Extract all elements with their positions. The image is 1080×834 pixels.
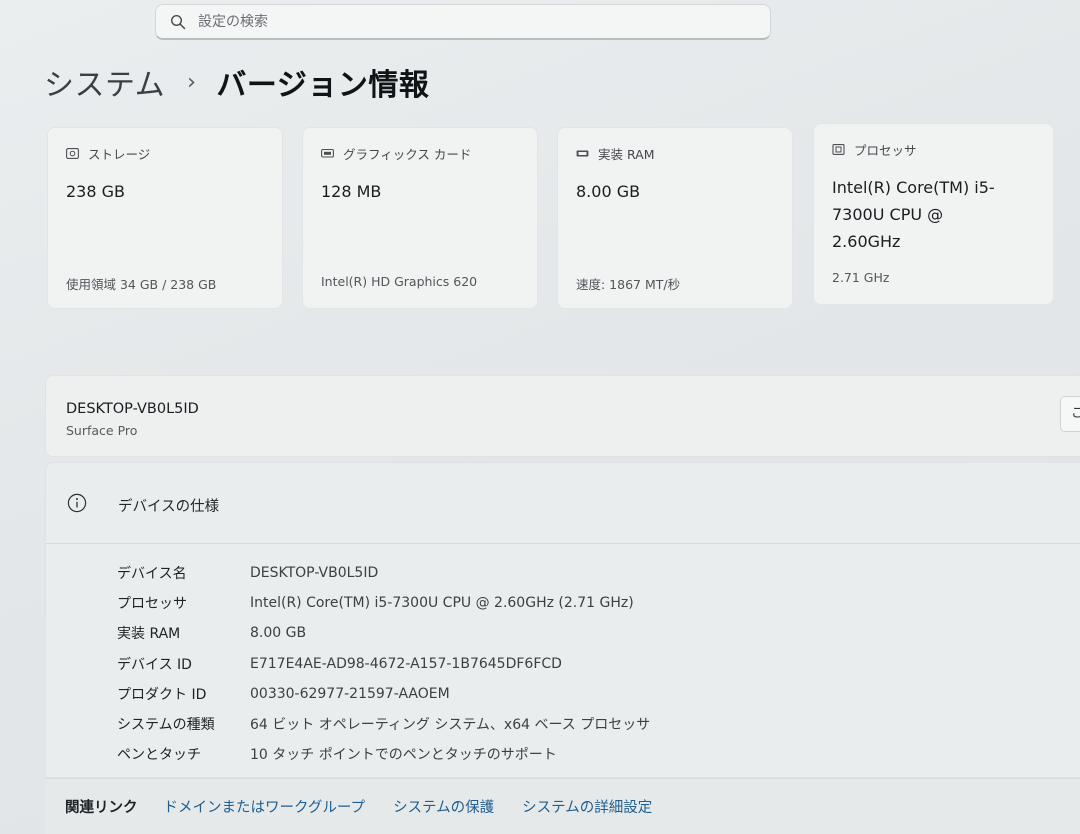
storage-card-value: 238 GB <box>66 182 125 201</box>
device-specs-panel: デバイスの仕様 デバイス名 DESKTOP-VB0L5ID プロセッサ Inte… <box>45 462 1080 778</box>
spec-label: ペンとタッチ <box>117 747 201 764</box>
spec-label: デバイス ID <box>117 656 192 673</box>
graphics-card: グラフィックス カード 128 MB Intel(R) HD Graphics … <box>302 127 538 309</box>
search-icon <box>170 14 186 29</box>
spec-label: プロダクト ID <box>117 686 207 703</box>
spec-row-processor: プロセッサ Intel(R) Core(TM) i5-7300U CPU @ 2… <box>117 588 650 618</box>
device-specs-title: デバイスの仕様 <box>118 499 220 515</box>
spec-row-ram: 実装 RAM 8.00 GB <box>117 618 650 648</box>
storage-card-sub: 使用領域 34 GB / 238 GB <box>66 277 217 292</box>
breadcrumb-separator: › <box>187 69 197 95</box>
processor-card: プロセッサ Intel(R) Core(TM) i5-7300U CPU @ 2… <box>813 123 1054 305</box>
link-advanced-system-settings[interactable]: システムの詳細設定 <box>522 796 652 817</box>
spec-row-product-id: プロダクト ID 00330-62977-21597-AAOEM <box>117 679 650 709</box>
storage-card: ストレージ 238 GB 使用領域 34 GB / 238 GB <box>47 127 283 309</box>
processor-card-value: Intel(R) Core(TM) i5-7300U CPU @ 2.60GHz <box>832 178 995 251</box>
graphics-card-title: グラフィックス カード <box>343 147 472 162</box>
spec-value: E717E4AE-AD98-4672-A157-1B7645DF6FCD <box>250 655 562 672</box>
processor-card-sub: 2.71 GHz <box>832 270 890 285</box>
search-box[interactable] <box>155 4 771 40</box>
spec-row-pen-touch: ペンとタッチ 10 タッチ ポイントでのペンとタッチのサポート <box>117 739 650 769</box>
graphics-card-sub: Intel(R) HD Graphics 620 <box>321 274 478 289</box>
spec-value: 8.00 GB <box>250 625 307 642</box>
device-specs-header[interactable]: デバイスの仕様 <box>46 463 1080 544</box>
spec-value: 64 ビット オペレーティング システム、x64 ベース プロセッサ <box>250 717 651 734</box>
spec-label: システムの種類 <box>117 717 215 734</box>
spec-label: プロセッサ <box>117 596 187 613</box>
spec-label: 実装 RAM <box>117 626 181 643</box>
spec-row-device-id: デバイス ID E717E4AE-AD98-4672-A157-1B7645DF… <box>117 649 650 679</box>
ram-card-sub: 速度: 1867 MT/秒 <box>576 277 681 292</box>
device-name-panel: DESKTOP-VB0L5ID Surface Pro こ <box>45 375 1080 457</box>
spec-row-device-name: デバイス名 DESKTOP-VB0L5ID <box>117 558 650 588</box>
related-links-label: 関連リンク <box>65 800 138 816</box>
rename-pc-button[interactable]: こ <box>1060 396 1080 432</box>
search-input[interactable] <box>196 12 720 31</box>
graphics-card-value: 128 MB <box>321 182 382 201</box>
spec-value: DESKTOP-VB0L5ID <box>250 565 379 582</box>
device-specs-list: デバイス名 DESKTOP-VB0L5ID プロセッサ Intel(R) Cor… <box>117 558 650 769</box>
ram-icon <box>576 150 589 157</box>
ram-card-value: 8.00 GB <box>576 182 641 201</box>
processor-card-title: プロセッサ <box>854 143 917 158</box>
storage-icon <box>66 148 79 159</box>
link-system-protection[interactable]: システムの保護 <box>393 796 494 817</box>
spec-value: 00330-62977-21597-AAOEM <box>250 685 450 702</box>
breadcrumb: システム › バージョン情報 <box>44 60 429 104</box>
settings-window: システム › バージョン情報 ストレージ 238 GB 使用領域 34 GB /… <box>0 0 1080 834</box>
device-name: DESKTOP-VB0L5ID <box>66 401 199 417</box>
device-model: Surface Pro <box>66 423 138 438</box>
ram-card-title: 実装 RAM <box>598 147 655 162</box>
processor-icon <box>832 144 845 155</box>
graphics-card-icon <box>321 148 334 158</box>
related-links-bar: 関連リンク ドメインまたはワークグループ システムの保護 システムの詳細設定 <box>45 778 1080 834</box>
spec-value: 10 タッチ ポイントでのペンとタッチのサポート <box>250 747 557 764</box>
info-icon <box>67 493 87 513</box>
ram-card: 実装 RAM 8.00 GB 速度: 1867 MT/秒 <box>557 127 793 309</box>
breadcrumb-parent[interactable]: システム <box>44 60 165 104</box>
spec-row-system-type: システムの種類 64 ビット オペレーティング システム、x64 ベース プロセ… <box>117 709 650 739</box>
link-domain-workgroup[interactable]: ドメインまたはワークグループ <box>164 796 366 817</box>
spec-label: デバイス名 <box>117 566 187 583</box>
storage-card-title: ストレージ <box>88 147 151 162</box>
page-title: バージョン情報 <box>216 68 430 103</box>
spec-value: Intel(R) Core(TM) i5-7300U CPU @ 2.60GHz… <box>250 595 634 612</box>
